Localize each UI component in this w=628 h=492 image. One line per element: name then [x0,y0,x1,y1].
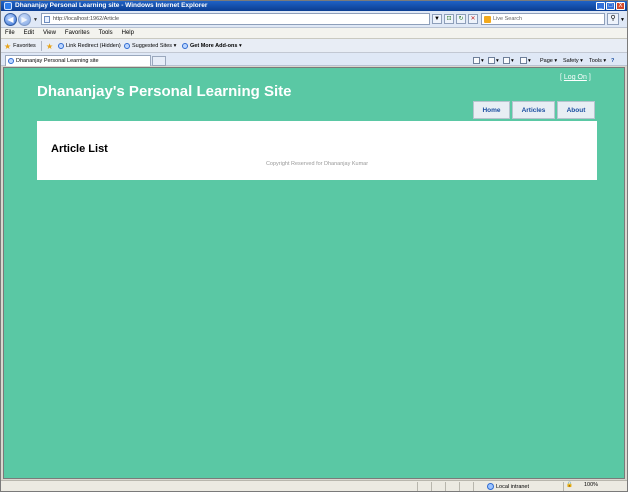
page-heading: Article List [51,143,108,155]
security-zone[interactable]: Local intranet [487,482,529,491]
browser-window: Dhananjay Personal Learning site - Windo… [0,0,628,492]
status-bar: Local intranet 🔒 100% [1,480,627,491]
safety-menu-button[interactable]: Safety ▾ [563,56,583,65]
recent-pages-dropdown[interactable]: ▼ [33,17,38,23]
forward-button[interactable]: ▶ [18,13,31,26]
address-input[interactable]: http://localhost:1962/Article [41,13,430,25]
menu-edit[interactable]: Edit [24,28,34,38]
nav-about[interactable]: About [557,101,595,119]
protected-mode-icon[interactable]: 🔒 [566,482,573,488]
nav-articles[interactable]: Articles [512,101,555,119]
logon-bracket-open: [ [560,74,562,81]
favorites-separator [41,41,42,51]
add-favorite-button[interactable]: ★ [46,41,53,51]
status-cell [417,482,431,491]
logon-bracket-close: ] [588,74,591,81]
site-title: Dhananjay's Personal Learning Site [37,83,292,100]
tab-bar: Dhananjay Personal Learning site ▾ ▾ ▾ ▾… [1,53,627,66]
suggested-sites-icon [124,43,130,49]
feeds-command-button[interactable]: ▾ [488,56,499,65]
window-title: Dhananjay Personal Learning site - Windo… [15,2,208,9]
favorites-label: Favorites [13,43,36,49]
status-cell [473,482,487,491]
compatibility-view-icon[interactable]: ⊡ [444,14,454,24]
home-icon [473,57,480,64]
print-icon [520,57,527,64]
logon-link[interactable]: Log On [564,74,587,81]
menu-help[interactable]: Help [122,28,134,38]
favorite-link-redirect[interactable]: Link Redirect (Hidden) [58,41,121,51]
live-search-icon [484,16,491,23]
star-icon: ★ [4,41,12,51]
ie-app-icon [4,2,12,10]
mail-command-button[interactable]: ▾ [503,56,514,65]
feeds-icon [488,57,495,64]
status-cell [431,482,445,491]
favorites-bar: ★ Favorites ★ Link Redirect (Hidden) Sug… [1,39,627,53]
add-favorite-icon: ★ [46,41,54,51]
menu-favorites[interactable]: Favorites [65,28,90,38]
menu-view[interactable]: View [43,28,56,38]
content-panel: Article List Copyright Reserved for Dhan… [37,121,597,180]
search-options-dropdown[interactable]: ▼ [620,17,625,23]
favorites-button[interactable]: ★ Favorites [4,41,36,51]
search-placeholder: Live Search [493,16,523,22]
close-button[interactable]: X [616,2,625,10]
search-input[interactable]: Live Search [481,13,605,25]
search-icon[interactable]: ⚲ [607,13,619,25]
status-cell [459,482,473,491]
new-tab-button[interactable] [152,56,166,66]
window-controls: _ □ X [596,2,625,10]
minimize-button[interactable]: _ [596,2,605,10]
suggested-sites-label: Suggested Sites ▾ [132,43,177,49]
page-viewport: [ Log On ] Dhananjay's Personal Learning… [3,67,625,479]
print-command-button[interactable]: ▾ [520,56,531,65]
page-icon [44,16,50,23]
page-menu-button[interactable]: Page ▾ [540,56,557,65]
favorite-suggested-sites[interactable]: Suggested Sites ▾ [124,41,176,51]
page-footer: Copyright Reserved for Dhananjay Kumar [265,161,369,167]
stop-icon[interactable]: ✕ [468,14,478,24]
tab-active[interactable]: Dhananjay Personal Learning site [5,55,151,66]
link-redirect-label: Link Redirect (Hidden) [66,43,121,49]
help-icon[interactable]: ? [611,56,614,65]
mail-icon [503,57,510,64]
home-command-button[interactable]: ▾ [473,56,484,65]
site-nav: Home Articles About [473,101,595,119]
tools-menu-button[interactable]: Tools ▾ [589,56,606,65]
favorite-get-addons[interactable]: Get More Add-ons ▾ [182,41,242,51]
address-dropdown-button[interactable]: ▼ [432,14,442,24]
tab-label: Dhananjay Personal Learning site [16,58,99,64]
address-toolbar: ◀ ▶ ▼ http://localhost:1962/Article ▼ ⊡ … [1,11,627,28]
menu-file[interactable]: File [5,28,15,38]
nav-home[interactable]: Home [473,101,510,119]
zoom-level[interactable]: 100% [584,482,598,488]
ie-page-icon [58,43,64,49]
back-button[interactable]: ◀ [4,13,17,26]
globe-icon [487,483,494,490]
url-text: http://localhost:1962/Article [53,16,120,22]
status-divider [563,482,564,491]
status-cell [445,482,459,491]
menu-tools[interactable]: Tools [99,28,113,38]
refresh-icon[interactable]: ↻ [456,14,466,24]
maximize-button[interactable]: □ [606,2,615,10]
tab-page-icon [8,58,14,64]
zone-label: Local intranet [496,483,530,490]
addons-icon [182,43,188,49]
menu-bar: File Edit View Favorites Tools Help [1,28,627,39]
get-addons-label: Get More Add-ons ▾ [190,43,242,49]
title-bar: Dhananjay Personal Learning site - Windo… [1,1,627,11]
logon-area: [ Log On ] [560,74,591,81]
